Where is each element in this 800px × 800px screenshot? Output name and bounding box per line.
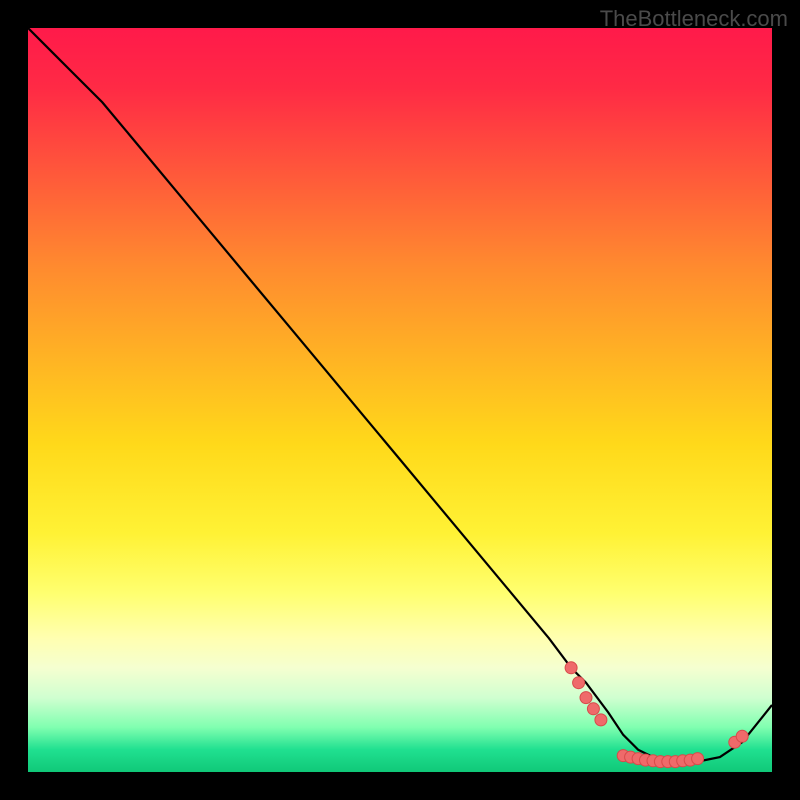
bottleneck-curve: [28, 28, 772, 762]
data-marker: [736, 730, 748, 742]
chart-svg: [28, 28, 772, 772]
data-marker: [587, 703, 599, 715]
data-marker: [565, 662, 577, 674]
plot-area: [28, 28, 772, 772]
data-marker: [595, 714, 607, 726]
data-marker: [692, 753, 704, 765]
data-marker: [580, 692, 592, 704]
data-markers: [565, 662, 748, 768]
watermark-text: TheBottleneck.com: [600, 6, 788, 32]
data-marker: [573, 677, 585, 689]
